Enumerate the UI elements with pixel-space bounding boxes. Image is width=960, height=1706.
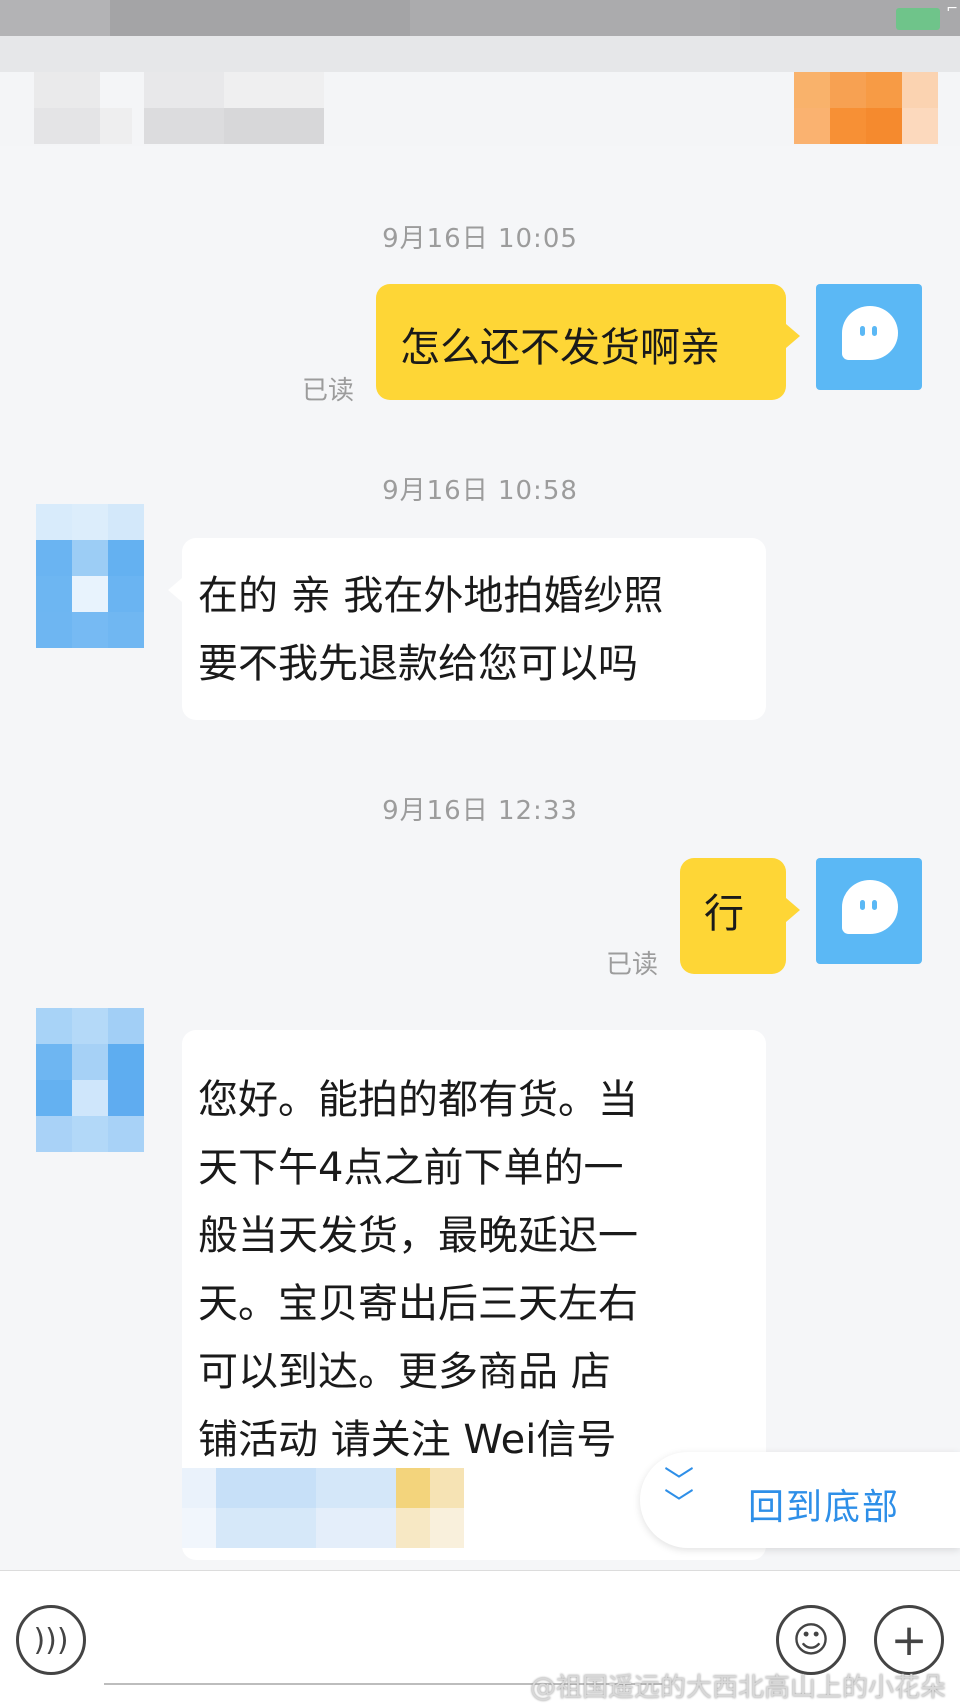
bubble-tail [786,898,800,922]
emoji-button[interactable]: ☺ [776,1605,846,1675]
back-to-bottom-label: 回到底部 [748,1487,901,1528]
self-avatar[interactable] [816,284,922,390]
timestamp: 9月16日 10:05 [382,224,578,254]
message-line: 天下午4点之前下单的一 [198,1145,624,1191]
double-chevron-down-icon: ﹀ ﹀ [664,1465,694,1522]
timestamp: 9月16日 12:33 [382,796,578,826]
battery-icon [896,8,940,30]
plus-icon: + [890,1614,928,1666]
voice-icon: ))) [33,1622,69,1658]
message-line: 可以到达。更多商品 店 [198,1349,611,1395]
bubble-tail [786,324,800,348]
status-bar: ⌐ [0,0,960,36]
outgoing-message-bubble[interactable]: 怎么还不发货啊亲 [376,284,786,400]
contact-avatar[interactable] [36,1008,144,1152]
cloud-icon [842,306,898,360]
message-line: 般当天发货，最晚延迟一 [198,1213,638,1259]
input-toolbar: ))) ☺ + @祖国遥远的大西北高山上的小花朵 [0,1570,960,1706]
weibo-watermark: @祖国遥远的大西北高山上的小花朵 [529,1673,946,1703]
outgoing-message-bubble[interactable]: 行 [680,858,786,974]
message-line: 要不我先退款给您可以吗 [198,641,638,687]
plus-button[interactable]: + [874,1605,944,1675]
message-text: 行 [704,891,744,937]
emoji-icon: ☺ [792,1619,830,1661]
censored-content [182,1468,482,1550]
read-status: 已读 [302,376,355,406]
header-avatar[interactable] [794,72,938,144]
incoming-message-bubble[interactable]: 在的 亲 我在外地拍婚纱照 要不我先退款给您可以吗 [182,538,766,720]
timestamp: 9月16日 10:58 [382,476,578,506]
back-to-bottom-button[interactable]: ﹀ ﹀ 回到底部 [640,1452,960,1548]
read-status: 已读 [606,950,659,980]
contact-avatar[interactable] [36,504,144,648]
message-line: 您好。能拍的都有货。当 [198,1077,638,1123]
corner-mark: ⌐ [946,1,958,17]
cloud-icon [842,880,898,934]
chat-header [0,36,960,146]
message-text: 怎么还不发货啊亲 [400,325,720,371]
voice-button[interactable]: ))) [16,1605,86,1675]
message-line: 在的 亲 我在外地拍婚纱照 [198,573,664,619]
self-avatar[interactable] [816,858,922,964]
bubble-tail [168,578,182,602]
message-line: 天。宝贝寄出后三天左右 [198,1281,638,1327]
